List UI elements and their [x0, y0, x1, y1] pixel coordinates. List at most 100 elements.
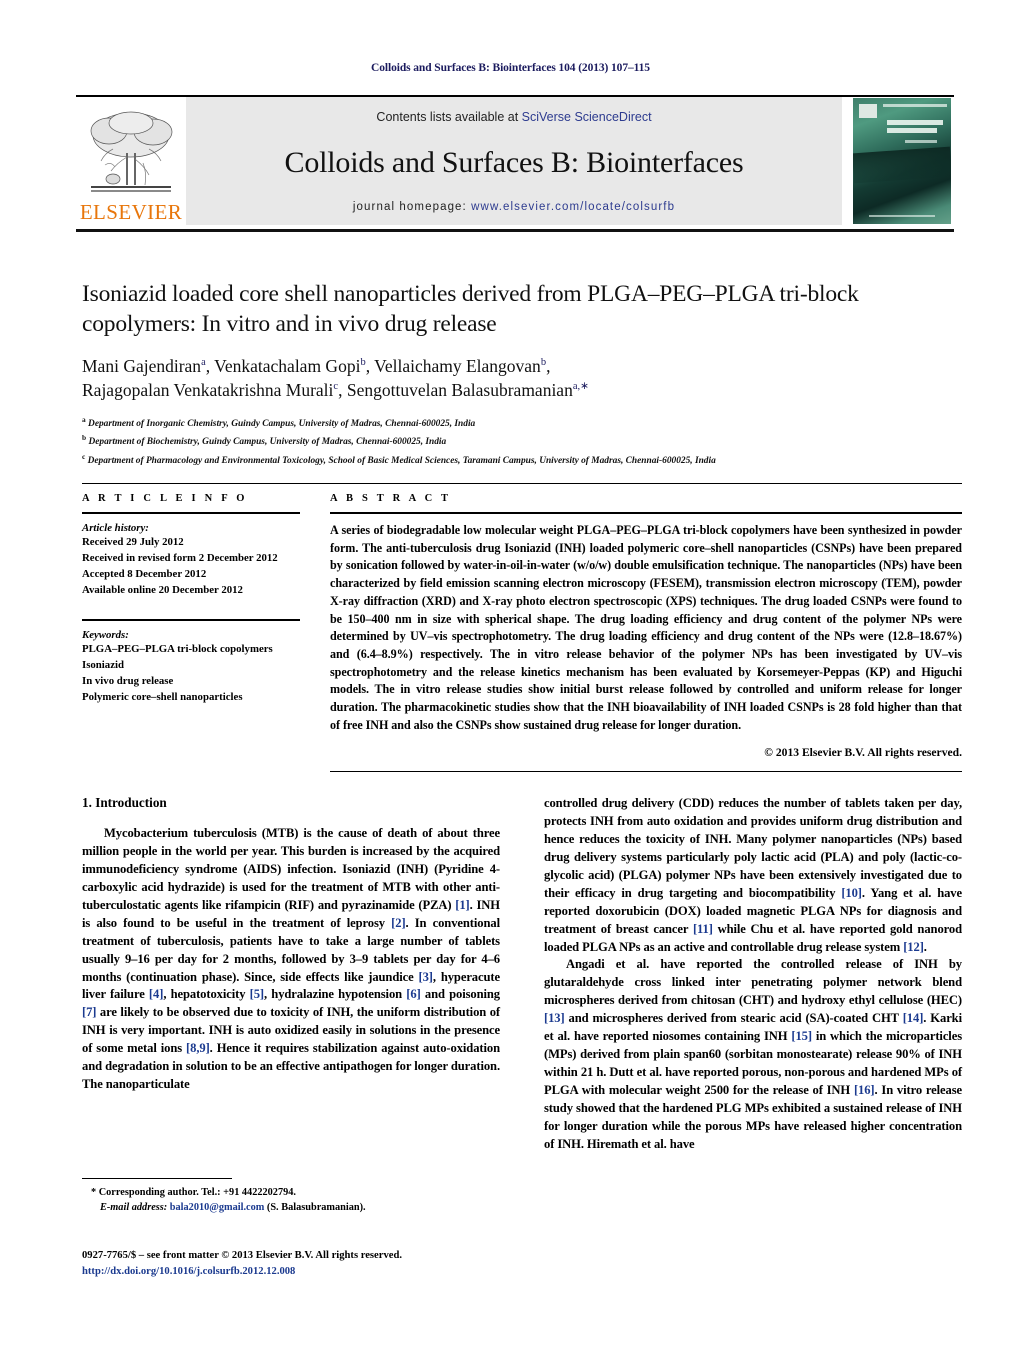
info-abstract-region: A R T I C L E I N F O Article history: R… [82, 493, 962, 773]
cover-footer-rule [869, 214, 935, 217]
history-item: Accepted 8 December 2012 [82, 567, 207, 580]
elsevier-logo: ELSEVIER [76, 97, 186, 225]
body-column-right: controlled drug delivery (CDD) reduces t… [544, 795, 962, 1154]
issn-copyright-line: 0927-7765/$ – see front matter © 2013 El… [82, 1250, 402, 1261]
author-name: Vellaichamy Elangovan [374, 356, 541, 377]
affiliation-text: Department of Biochemistry, Guindy Campu… [88, 437, 447, 448]
author-sep: , [205, 356, 215, 377]
journal-homepage-link[interactable]: www.elsevier.com/locate/colsurfb [471, 201, 675, 213]
affiliation-mark: a [82, 415, 86, 425]
affiliation-mark: b [82, 433, 87, 443]
history-item: Available online 20 December 2012 [82, 583, 243, 596]
affiliation-item: c Department of Pharmacology and Environ… [82, 451, 962, 469]
citation-reference[interactable]: [7] [82, 1005, 96, 1019]
citation-reference[interactable]: [3] [419, 970, 433, 984]
citation-reference[interactable]: [14] [903, 1011, 924, 1025]
citation-reference[interactable]: [8,9] [186, 1041, 210, 1055]
abstract-column: A B S T R A C T A series of biodegradabl… [330, 493, 962, 773]
sciencedirect-link[interactable]: SciVerse ScienceDirect [522, 110, 652, 124]
doi-link[interactable]: http://dx.doi.org/10.1016/j.colsurfb.201… [82, 1264, 552, 1280]
article-info-column: A R T I C L E I N F O Article history: R… [82, 493, 330, 772]
corresponding-author-line: * Corresponding author. Tel.: +91 442220… [91, 1187, 296, 1198]
masthead-bottom-rule [76, 229, 954, 232]
author-sep: , [338, 379, 347, 400]
body-column-left: 1. Introduction Mycobacterium tuberculos… [82, 795, 500, 1154]
citation-reference[interactable]: [11] [693, 922, 713, 936]
section-heading-introduction: 1. Introduction [82, 795, 167, 810]
citation-reference[interactable]: [13] [544, 1011, 565, 1025]
paper-page: Colloids and Surfaces B: Biointerfaces 1… [0, 0, 1021, 1351]
affiliation-list: a Department of Inorganic Chemistry, Gui… [82, 414, 962, 469]
email-line: E-mail address: bala2010@gmail.com (S. B… [82, 1201, 500, 1216]
affiliation-text: Department of Inorganic Chemistry, Guind… [88, 419, 476, 430]
author-name: Venkatachalam Gopi [214, 356, 361, 377]
cover-artwork [853, 98, 951, 224]
author-sep: , [365, 356, 375, 377]
keyword-item: Polymeric core–shell nanoparticles [82, 690, 243, 703]
author-list: Mani Gajendirana, Venkatachalam Gopib, V… [82, 355, 962, 402]
corresponding-author-mark: a,∗ [572, 380, 589, 392]
keyword-item: Isoniazid [82, 658, 125, 671]
paragraph: Angadi et al. have reported the controll… [544, 957, 962, 1151]
author-name: Rajagopalan Venkatakrishna Murali [82, 379, 334, 400]
email-owner: (S. Balasubramanian). [266, 1201, 366, 1213]
author-name: Mani Gajendiran [82, 356, 202, 377]
citation-reference[interactable]: [2] [391, 916, 405, 930]
copyright-notice: © 2013 Elsevier B.V. All rights reserved… [764, 746, 962, 760]
citation-reference[interactable]: [10] [841, 886, 862, 900]
journal-masthead: ELSEVIER Contents lists available at Sci… [76, 95, 954, 232]
paragraph: Mycobacterium tuberculosis (MTB) is the … [82, 826, 501, 1092]
abstract-text: A series of biodegradable low molecular … [330, 523, 962, 732]
keywords-rule [82, 618, 300, 621]
imprint-block: 0927-7765/$ – see front matter © 2013 El… [82, 1248, 552, 1280]
author-name: Sengottuvelan Balasubramanian [346, 379, 573, 400]
citation-reference[interactable]: [16] [854, 1083, 875, 1097]
email-label: E-mail address: [100, 1201, 168, 1213]
title-block: Isoniazid loaded core shell nanoparticle… [82, 280, 962, 485]
running-head: Colloids and Surfaces B: Biointerfaces 1… [371, 62, 650, 74]
page-title: Isoniazid loaded core shell nanoparticle… [82, 281, 859, 337]
history-item: Received in revised form 2 December 2012 [82, 551, 278, 564]
article-history-label: Article history: [82, 522, 149, 534]
corresponding-author-footnote: * Corresponding author. Tel.: +91 442220… [82, 1178, 500, 1216]
affiliation-text: Department of Pharmacology and Environme… [87, 455, 716, 466]
abstract-heading: A B S T R A C T [330, 493, 452, 504]
keyword-item: In vivo drug release [82, 674, 174, 687]
body-columns: 1. Introduction Mycobacterium tuberculos… [82, 795, 962, 1154]
article-info-heading: A R T I C L E I N F O [82, 493, 248, 504]
affiliation-item: b Department of Biochemistry, Guindy Cam… [82, 432, 962, 450]
author-line-1: Mani Gajendirana, Venkatachalam Gopib, V… [82, 355, 962, 378]
cover-wave [853, 146, 951, 184]
citation-reference[interactable]: [6] [406, 987, 420, 1001]
cover-title-line1 [887, 120, 943, 125]
title-bottom-rule [82, 483, 962, 485]
history-item: Received 29 July 2012 [82, 536, 184, 548]
abstract-bottom-rule [330, 771, 962, 773]
abstract-rule [330, 512, 962, 514]
keyword-item: PLGA–PEG–PLGA tri-block copolymers [82, 642, 273, 655]
cover-title-line2 [887, 128, 937, 133]
citation-reference[interactable]: [15] [791, 1029, 812, 1043]
contents-list-line: Contents lists available at SciVerse Sci… [376, 110, 651, 124]
citation-reference[interactable]: [4] [149, 987, 163, 1001]
contents-prefix: Contents lists available at [376, 110, 522, 124]
elsevier-tree-icon [90, 111, 173, 192]
journal-homepage-line: journal homepage: www.elsevier.com/locat… [353, 201, 675, 213]
cover-top-rule [883, 104, 947, 107]
elsevier-wordmark: ELSEVIER [79, 200, 183, 224]
journal-cover-thumbnail [850, 97, 954, 225]
paragraph: controlled drug delivery (CDD) reduces t… [544, 796, 962, 954]
email-link[interactable]: bala2010@gmail.com [170, 1202, 265, 1213]
homepage-prefix: journal homepage: [352, 201, 472, 213]
citation-reference[interactable]: [12] [903, 940, 924, 954]
masthead-center-panel: Contents lists available at SciVerse Sci… [186, 97, 842, 225]
author-line-2: Rajagopalan Venkatakrishna Muralic, Seng… [82, 379, 962, 402]
affiliation-item: a Department of Inorganic Chemistry, Gui… [82, 414, 962, 432]
keywords-label: Keywords: [82, 628, 129, 641]
citation-reference[interactable]: [5] [250, 987, 264, 1001]
cover-publisher-mark [859, 104, 877, 118]
citation-reference[interactable]: [1] [455, 898, 469, 912]
cover-subtitle-line [905, 140, 937, 143]
journal-title: Colloids and Surfaces B: Biointerfaces [284, 145, 744, 179]
